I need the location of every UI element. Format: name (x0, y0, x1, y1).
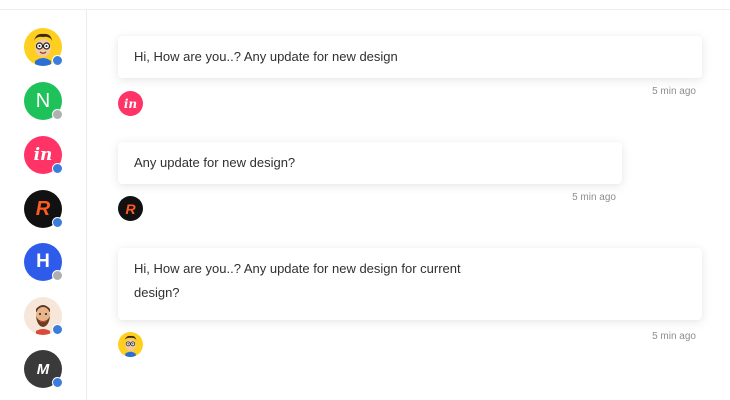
n-logo-icon: N (35, 89, 51, 112)
message-text-line: Hi, How are you..? Any update for new de… (134, 261, 461, 276)
contact-cartoon-glasses[interactable] (24, 28, 63, 66)
contact-n[interactable]: N (24, 82, 63, 120)
status-dot (52, 324, 63, 335)
r-logo-icon: R (118, 196, 143, 221)
status-dot (52, 109, 63, 120)
message-time: 5 min ago (572, 192, 616, 203)
message-bubble: Any update for new design? (118, 142, 622, 184)
chat-area: Hi, How are you..? Any update for new de… (86, 10, 730, 400)
m-logo-icon: M (36, 360, 50, 378)
cartoon-glasses-icon (118, 332, 143, 357)
message-time: 5 min ago (652, 331, 696, 342)
contact-bearded-man[interactable] (24, 297, 63, 335)
message-bubble: Hi, How are you..? Any update for new de… (118, 36, 702, 78)
cartoon-face-icon (124, 335, 137, 357)
status-dot (52, 55, 63, 66)
message-bubble: Hi, How are you..? Any update for new de… (118, 248, 702, 320)
message-text-line: design? (134, 285, 180, 300)
status-dot (52, 163, 63, 174)
contact-r[interactable]: R (24, 190, 63, 228)
message-text: Hi, How are you..? Any update for new de… (134, 49, 398, 64)
r-logo-icon: R (35, 197, 51, 220)
message-time: 5 min ago (652, 86, 696, 97)
status-dot (52, 377, 63, 388)
invision-letter: in (123, 96, 138, 111)
contact-m[interactable]: M (24, 350, 63, 388)
contact-invision[interactable]: in (24, 136, 63, 174)
invision-logo-icon: in (118, 91, 143, 116)
h-logo-icon: H (36, 251, 50, 272)
status-dot (52, 217, 63, 228)
contact-h[interactable]: H (24, 243, 63, 281)
status-dot (52, 270, 63, 281)
message-text: Any update for new design? (134, 155, 296, 170)
invision-logo-icon: in (33, 145, 53, 165)
contacts-sidebar: N in R H M (0, 10, 87, 400)
r-letter: R (125, 200, 136, 217)
